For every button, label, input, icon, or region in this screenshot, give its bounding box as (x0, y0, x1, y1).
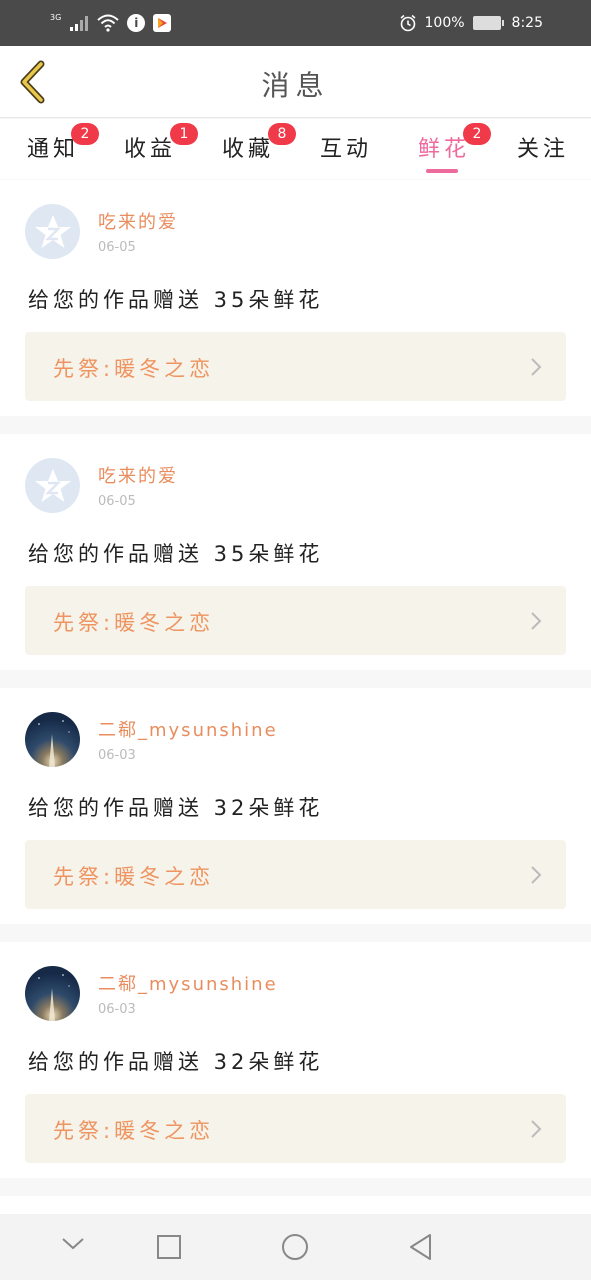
message-text: 给您的作品赠送 35朵鲜花 (28, 288, 324, 312)
tab-label: 关注 (517, 137, 570, 162)
collapse-button[interactable] (61, 1236, 85, 1256)
tab-label: 通知 (27, 137, 80, 162)
tab-label: 收益 (124, 137, 177, 162)
page-title: 消息 (261, 69, 330, 102)
message-date: 06-05 (98, 240, 136, 255)
username[interactable]: 吃来的爱 (98, 462, 178, 488)
home-icon (282, 1234, 308, 1260)
username[interactable]: 二郗_mysunshine (98, 970, 278, 996)
app-icon (153, 14, 172, 32)
wifi-icon (97, 14, 119, 32)
status-bar: 3G i 100% 8:25 (0, 0, 591, 46)
signal-icon (69, 15, 89, 31)
avatar[interactable] (25, 204, 80, 259)
unread-badge: 2 (463, 123, 491, 145)
tab-bar: 通知 2 收益 1 收藏 8 互动 鲜花 2 关注 (0, 119, 591, 179)
back-nav-button[interactable] (408, 1233, 434, 1265)
recent-apps-icon (157, 1235, 181, 1259)
tab-earnings[interactable]: 收益 1 (124, 123, 198, 163)
work-title: 先祭:暖冬之恋 (53, 1119, 215, 1143)
avatar[interactable] (25, 712, 80, 767)
recent-apps-button[interactable] (156, 1234, 182, 1264)
chevron-right-icon (531, 612, 542, 630)
unread-badge: 8 (268, 123, 296, 145)
status-left: 3G i (50, 12, 172, 32)
chevron-right-icon (531, 1120, 542, 1138)
info-icon: i (127, 14, 146, 32)
photo-avatar-icon (38, 720, 70, 767)
battery-icon (472, 16, 504, 30)
active-tab-indicator (426, 169, 458, 173)
list-item: 吃来的爱 06-05 给您的作品赠送 35朵鲜花 先祭:暖冬之恋 (0, 434, 591, 670)
header: 消息 (0, 46, 591, 118)
work-link[interactable]: 先祭:暖冬之恋 (25, 840, 566, 909)
tab-favorites[interactable]: 收藏 8 (222, 123, 296, 163)
chevron-right-icon (531, 866, 542, 884)
tab-label: 鲜花 (418, 137, 471, 162)
tab-following[interactable]: 关注 (517, 131, 569, 163)
work-title: 先祭:暖冬之恋 (53, 611, 215, 635)
work-title: 先祭:暖冬之恋 (53, 357, 215, 381)
home-button[interactable] (281, 1233, 309, 1265)
work-link[interactable]: 先祭:暖冬之恋 (25, 332, 566, 401)
list-item: 二郗_mysunshine 06-03 给您的作品赠送 32朵鲜花 先祭:暖冬之… (0, 688, 591, 924)
message-date: 06-03 (98, 748, 136, 763)
back-icon (410, 1234, 431, 1260)
clock: 8:25 (511, 15, 543, 31)
list-item: 二郗_mysunshine 06-03 给您的作品赠送 32朵鲜花 先祭:暖冬之… (0, 942, 591, 1178)
unread-badge: 2 (71, 123, 99, 145)
default-avatar-icon (34, 214, 71, 248)
collapse-icon (62, 1238, 84, 1250)
network-type: 3G (50, 12, 62, 22)
message-text: 给您的作品赠送 35朵鲜花 (28, 542, 324, 566)
work-link[interactable]: 先祭:暖冬之恋 (25, 1094, 566, 1163)
tab-flowers[interactable]: 鲜花 2 (418, 123, 491, 163)
list-item: 吃来的爱 06-05 给您的作品赠送 35朵鲜花 先祭:暖冬之恋 (0, 180, 591, 416)
unread-badge: 1 (170, 123, 198, 145)
tab-label: 互动 (320, 137, 373, 162)
battery-percent: 100% (424, 15, 465, 31)
chevron-right-icon (531, 358, 542, 376)
photo-avatar-icon (38, 974, 70, 1021)
status-right: 100% 8:25 (399, 14, 543, 32)
message-date: 06-05 (98, 494, 136, 509)
alarm-icon (399, 14, 417, 32)
avatar[interactable] (25, 458, 80, 513)
system-nav-bar (0, 1214, 591, 1280)
tab-notifications[interactable]: 通知 2 (27, 123, 99, 163)
work-link[interactable]: 先祭:暖冬之恋 (25, 586, 566, 655)
username[interactable]: 二郗_mysunshine (98, 716, 278, 742)
tab-interactions[interactable]: 互动 (320, 131, 372, 163)
message-text: 给您的作品赠送 32朵鲜花 (28, 1050, 324, 1074)
username[interactable]: 吃来的爱 (98, 208, 178, 234)
message-date: 06-03 (98, 1002, 136, 1017)
default-avatar-icon (34, 468, 71, 502)
message-text: 给您的作品赠送 32朵鲜花 (28, 796, 324, 820)
avatar[interactable] (25, 966, 80, 1021)
tab-label: 收藏 (222, 137, 275, 162)
work-title: 先祭:暖冬之恋 (53, 865, 215, 889)
